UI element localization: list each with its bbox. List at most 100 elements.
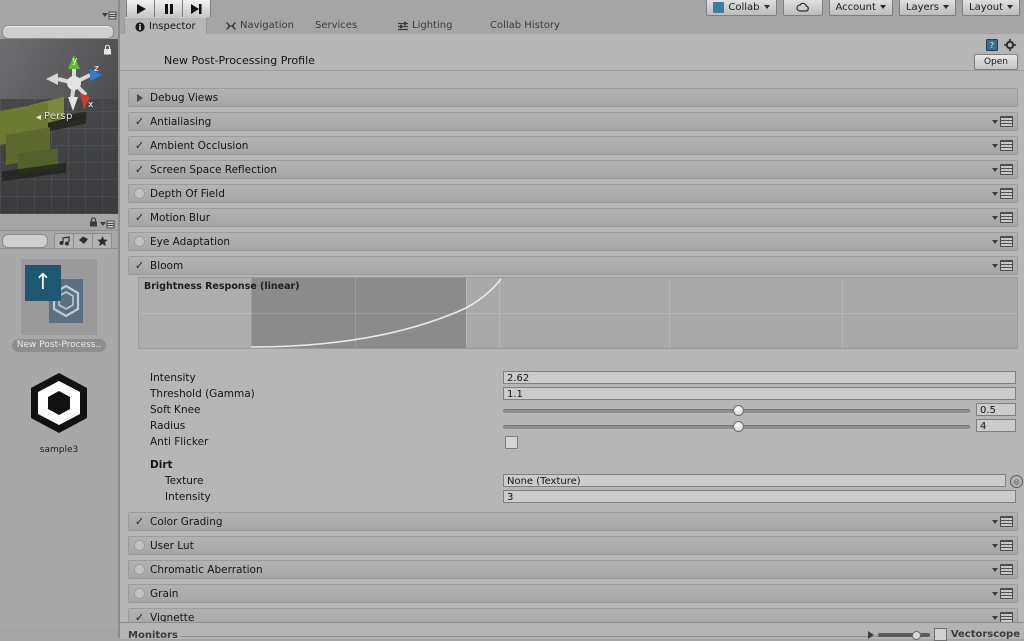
scene-orientation-gizmo[interactable]: y z x (46, 53, 102, 113)
chevron-down-icon (992, 615, 998, 620)
anti-flicker-checkbox[interactable] (505, 436, 518, 449)
effect-options-menu[interactable] (992, 564, 1013, 575)
project-toolbar (0, 230, 118, 249)
dirt-texture-object-field[interactable]: None (Texture) (503, 474, 1006, 487)
effect-options-menu[interactable] (992, 140, 1013, 151)
tab-navigation[interactable]: Navigation (216, 17, 304, 34)
effect-row-motion-blur[interactable]: ✓ Motion Blur (128, 208, 1018, 227)
object-picker-icon[interactable]: ◎ (1010, 475, 1023, 488)
collab-button[interactable]: Collab (706, 0, 777, 16)
soft-knee-slider-handle[interactable] (733, 405, 744, 416)
tab-label: Navigation (240, 20, 294, 31)
soft-knee-value[interactable]: 0.5 (976, 403, 1016, 416)
favorite-filter-icon[interactable] (54, 233, 74, 249)
tab-lighting[interactable]: Lighting (388, 17, 462, 34)
project-asset-item[interactable]: sample3 (4, 365, 114, 456)
tab-collab-history[interactable]: Collab History (480, 17, 570, 34)
effect-checkbox[interactable]: ✓ (133, 259, 146, 272)
monitor-slider[interactable] (877, 630, 930, 640)
intensity-input[interactable]: 2.62 (503, 371, 1016, 384)
tab-label: Services (315, 20, 358, 31)
effect-options-menu[interactable] (992, 540, 1013, 551)
account-button[interactable]: Account (828, 0, 893, 16)
effect-row-antialiasing[interactable]: ✓ Antialiasing (128, 112, 1018, 131)
radius-slider-handle[interactable] (733, 421, 744, 432)
lighting-icon (398, 21, 408, 31)
svg-text:x: x (88, 100, 94, 110)
panel-menu-icon[interactable] (101, 10, 117, 20)
effect-checkbox[interactable]: ✓ (133, 115, 146, 128)
lock-icon[interactable] (103, 44, 112, 58)
field-label: Threshold (Gamma) (150, 388, 255, 400)
effect-options-menu[interactable] (992, 588, 1013, 599)
effect-label: Eye Adaptation (150, 235, 231, 248)
effect-options-menu[interactable] (992, 260, 1013, 271)
effect-options-menu[interactable] (992, 516, 1013, 527)
chevron-down-icon (992, 191, 998, 196)
layers-button[interactable]: Layers (898, 0, 956, 16)
foldout-arrow-icon[interactable] (133, 91, 146, 104)
star-filter-icon[interactable] (92, 233, 112, 249)
effect-options-menu[interactable] (992, 236, 1013, 247)
play-button[interactable] (126, 0, 154, 18)
effect-label: Antialiasing (150, 115, 212, 128)
effect-row-debug-views[interactable]: Debug Views (128, 88, 1018, 107)
effect-row-user-lut[interactable]: User Lut (128, 536, 1018, 555)
unity-scene-icon (21, 365, 97, 441)
play-small-icon[interactable] (867, 630, 874, 639)
effect-options-menu[interactable] (992, 212, 1013, 223)
tab-label: Collab History (490, 20, 560, 31)
effect-checkbox[interactable] (133, 563, 146, 576)
effect-options-menu[interactable] (992, 188, 1013, 199)
effect-row-ambient-occlusion[interactable]: ✓ Ambient Occlusion (128, 136, 1018, 155)
step-button[interactable] (182, 0, 211, 18)
effect-row-chromatic-aberration[interactable]: Chromatic Aberration (128, 560, 1018, 579)
gear-icon[interactable] (1004, 39, 1016, 54)
chevron-down-icon (992, 215, 998, 220)
layout-button[interactable]: Layout (962, 0, 1020, 16)
project-search-input[interactable] (2, 234, 48, 248)
dirt-intensity-input[interactable]: 3 (503, 490, 1016, 503)
layers-label: Layers (905, 1, 939, 13)
settings-list-icon (1000, 588, 1013, 599)
effect-row-bloom[interactable]: ✓ Bloom (128, 256, 1018, 275)
effect-row-eye-adaptation[interactable]: Eye Adaptation (128, 232, 1018, 251)
effect-checkbox[interactable] (133, 587, 146, 600)
effect-label: Color Grading (150, 515, 223, 528)
chevron-down-icon (943, 5, 949, 9)
effect-row-screen-space-reflection[interactable]: ✓ Screen Space Reflection (128, 160, 1018, 179)
effect-checkbox[interactable] (133, 235, 146, 248)
scene-search-input[interactable] (2, 25, 114, 39)
label-filter-icon[interactable] (73, 233, 93, 249)
brightness-response-graph: Brightness Response (linear) (138, 277, 1018, 349)
effect-options-menu[interactable] (992, 116, 1013, 127)
navigation-icon (226, 21, 236, 31)
effect-checkbox[interactable] (133, 187, 146, 200)
effect-row-color-grading[interactable]: ✓ Color Grading (128, 512, 1018, 531)
tab-services[interactable]: Services (305, 17, 367, 34)
effect-checkbox[interactable]: ✓ (133, 139, 146, 152)
effect-checkbox[interactable]: ✓ (133, 515, 146, 528)
effect-checkbox[interactable]: ✓ (133, 163, 146, 176)
radius-value[interactable]: 4 (976, 419, 1016, 432)
monitor-toggle-icon[interactable] (933, 628, 947, 641)
effect-row-depth-of-field[interactable]: Depth Of Field (128, 184, 1018, 203)
project-asset-item[interactable]: ↑ New Post-Process.. (4, 259, 114, 352)
field-label: Intensity (165, 491, 211, 503)
effect-row-grain[interactable]: Grain (128, 584, 1018, 603)
effect-checkbox[interactable]: ✓ (133, 211, 146, 224)
pause-button[interactable] (154, 0, 182, 18)
effect-label: Screen Space Reflection (150, 163, 278, 176)
threshold-input[interactable]: 1.1 (503, 387, 1016, 400)
project-asset-grid[interactable]: ↑ New Post-Process.. sample3 (0, 248, 118, 629)
effect-label: User Lut (150, 539, 194, 552)
scene-viewport[interactable]: y z x ◂ Persp (0, 39, 118, 214)
lock-icon[interactable] (89, 217, 98, 230)
effect-checkbox[interactable] (133, 539, 146, 552)
open-button[interactable]: Open (974, 54, 1018, 70)
main-toolbar: Collab Account Layers Layout (120, 0, 1024, 18)
effect-options-menu[interactable] (992, 164, 1013, 175)
panel-menu-icon[interactable] (99, 219, 115, 229)
help-book-icon[interactable]: ? (986, 39, 998, 54)
cloud-button[interactable] (782, 0, 823, 16)
